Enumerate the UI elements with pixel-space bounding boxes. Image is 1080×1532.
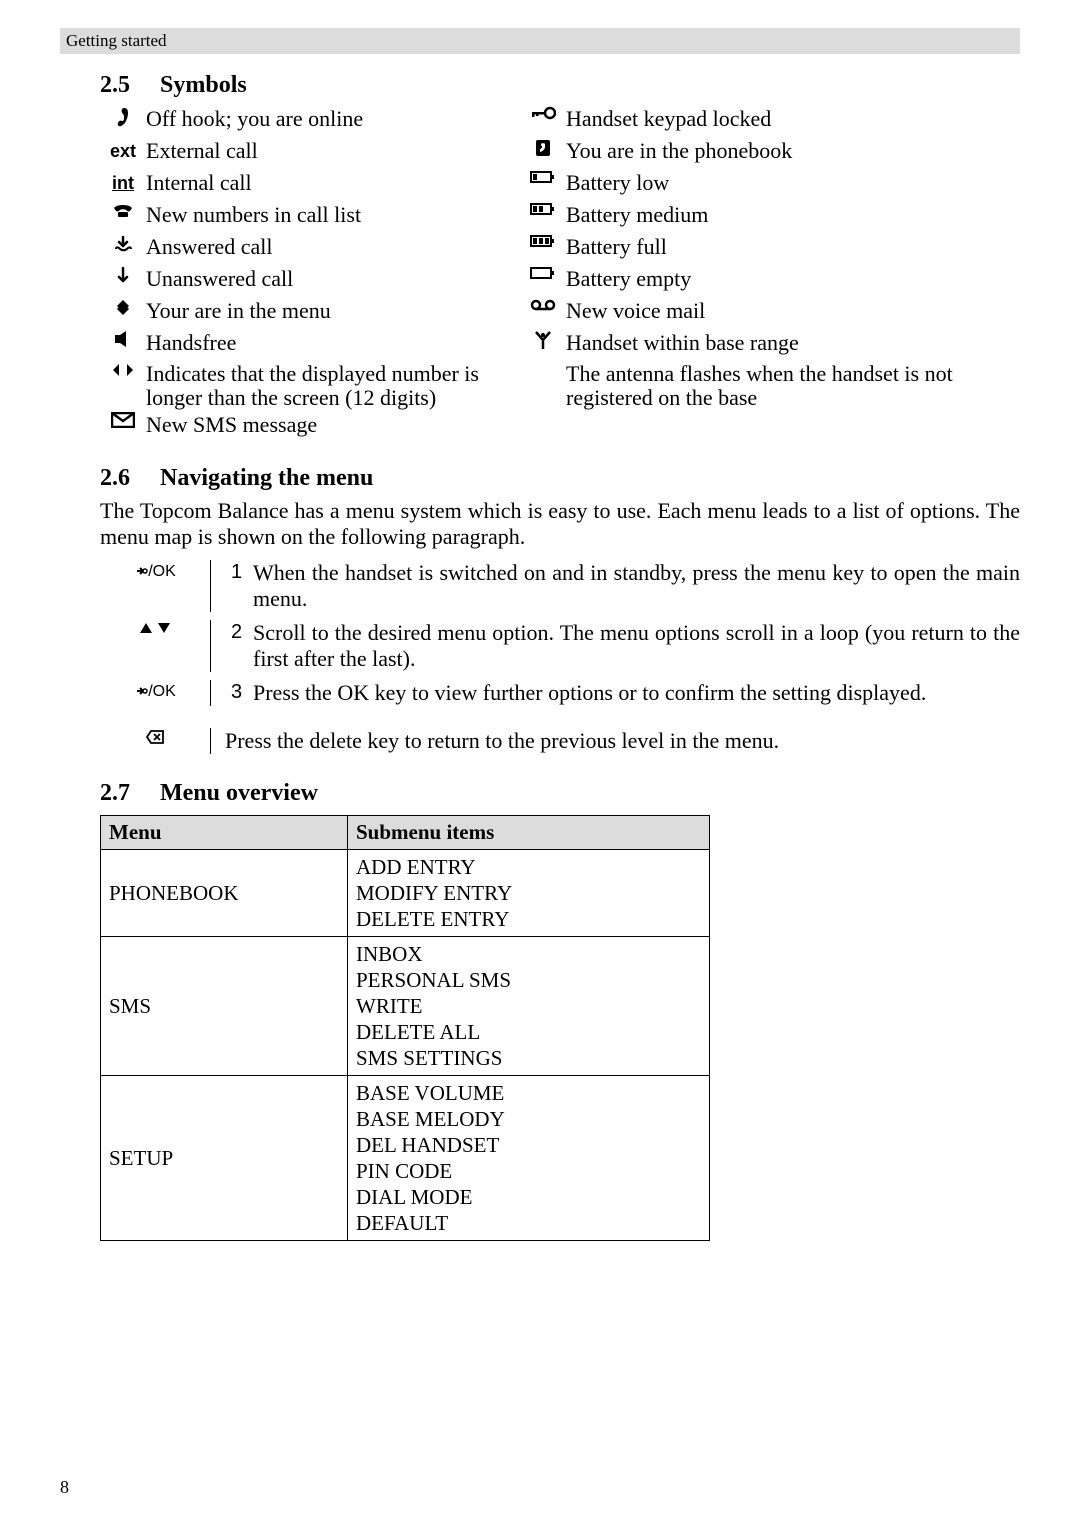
step-text: Press the OK key to view further options…: [253, 680, 1020, 706]
symbol-desc: Off hook; you are online: [146, 106, 520, 132]
menu-ok-icon: /OK: [100, 560, 210, 584]
section-2-6-heading: 2.6Navigating the menu: [100, 465, 1020, 492]
antenna-icon: [520, 330, 566, 350]
table-header-submenu: Submenu items: [348, 816, 710, 850]
menu-overview-table: Menu Submenu items PHONEBOOK ADD ENTRY M…: [100, 815, 710, 1241]
answered-icon: [100, 234, 146, 254]
symbol-desc: Battery full: [566, 234, 1020, 260]
phone-icon: [100, 202, 146, 220]
page-content: 2.5Symbols Off hook; you are online extE…: [100, 54, 1020, 1241]
symbols-column-right: Handset keypad locked You are in the pho…: [520, 105, 1020, 443]
phonebook-icon: [520, 138, 566, 158]
symbol-desc: Answered call: [146, 234, 520, 260]
symbol-desc: New numbers in call list: [146, 202, 520, 228]
step-number: 2: [231, 620, 253, 644]
menu-ok-icon: /OK: [100, 680, 210, 704]
step-text: Press the delete key to return to the pr…: [225, 728, 1020, 754]
symbol-desc: Battery medium: [566, 202, 1020, 228]
section-title: Navigating the menu: [160, 465, 373, 491]
table-cell: SMS: [101, 937, 348, 1076]
section-title: Symbols: [160, 72, 247, 98]
section-2-5-heading: 2.5Symbols: [100, 72, 1020, 99]
unanswered-icon: [100, 266, 146, 286]
step-text: Scroll to the desired menu option. The m…: [253, 620, 1020, 672]
handsfree-icon: [100, 330, 146, 348]
table-cell: PHONEBOOK: [101, 850, 348, 937]
ext-icon: ext: [100, 138, 146, 164]
battery-med-icon: [520, 202, 566, 216]
symbols-column-left: Off hook; you are online extExternal cal…: [100, 105, 520, 443]
key-lock-icon: [520, 106, 566, 120]
table-cell: INBOX PERSONAL SMS WRITE DELETE ALL SMS …: [348, 937, 710, 1076]
section-2-7-heading: 2.7Menu overview: [100, 780, 1020, 807]
symbol-desc: Battery low: [566, 170, 1020, 196]
nav-steps: /OK 1 When the handset is switched on an…: [100, 556, 1020, 710]
up-down-icon: [100, 620, 210, 644]
page-number: 8: [60, 1477, 69, 1498]
table-cell: ADD ENTRY MODIFY ENTRY DELETE ENTRY: [348, 850, 710, 937]
symbol-desc: Handsfree: [146, 330, 520, 356]
section-number: 2.6: [100, 465, 160, 492]
running-head: Getting started: [60, 28, 1020, 54]
nav-back-step: Press the delete key to return to the pr…: [100, 724, 1020, 758]
voicemail-icon: [520, 298, 566, 312]
symbol-desc: Unanswered call: [146, 266, 520, 292]
symbol-desc: New SMS message: [146, 412, 520, 438]
symbol-desc: Handset within base range: [566, 330, 1020, 356]
section-2-6-intro: The Topcom Balance has a menu system whi…: [100, 498, 1020, 550]
symbol-desc: You are in the phonebook: [566, 138, 1020, 164]
table-cell: BASE VOLUME BASE MELODY DEL HANDSET PIN …: [348, 1076, 710, 1241]
table-header-menu: Menu: [101, 816, 348, 850]
section-number: 2.7: [100, 780, 160, 807]
off-hook-icon: [100, 106, 146, 128]
step-number: 1: [231, 560, 253, 584]
symbol-desc: Battery empty: [566, 266, 1020, 292]
arrows-lr-icon: [100, 362, 146, 378]
envelope-icon: [100, 412, 146, 428]
section-number: 2.5: [100, 72, 160, 99]
step-number: 3: [231, 680, 253, 704]
battery-full-icon: [520, 234, 566, 248]
battery-empty-icon: [520, 266, 566, 280]
delete-icon: [100, 728, 210, 752]
symbols-grid: Off hook; you are online extExternal cal…: [100, 105, 1020, 443]
symbol-desc: Internal call: [146, 170, 520, 196]
symbol-desc: Handset keypad locked: [566, 106, 1020, 132]
symbol-desc: Your are in the menu: [146, 298, 520, 324]
step-text: When the handset is switched on and in s…: [253, 560, 1020, 612]
symbol-desc: Indicates that the displayed number is l…: [146, 362, 520, 410]
battery-low-icon: [520, 170, 566, 184]
section-title: Menu overview: [160, 780, 318, 806]
symbol-desc: New voice mail: [566, 298, 1020, 324]
menu-diamond-icon: [100, 298, 146, 318]
symbol-desc: External call: [146, 138, 520, 164]
symbol-desc: The antenna flashes when the handset is …: [566, 362, 1020, 410]
table-cell: SETUP: [101, 1076, 348, 1241]
int-icon: int: [100, 170, 146, 196]
